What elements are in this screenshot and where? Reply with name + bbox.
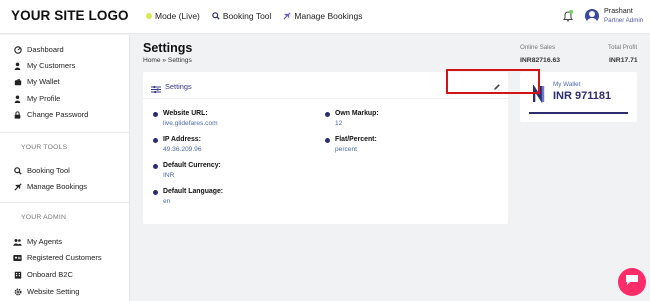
sidebar-item-my-profile[interactable]: My Profile [13,94,60,103]
highlight-box [446,69,540,94]
chat-button[interactable] [618,268,646,296]
wallet-label: My Wallet [553,81,581,88]
users-icon [13,238,22,246]
dashboard-icon [13,45,22,54]
site-logo[interactable]: YOUR SITE LOGO [11,8,129,23]
total-profit-value: INR17.71 [609,57,638,64]
field-value: percent [335,146,357,153]
field-label: Default Currency: [163,162,221,169]
top-booking-tool-label: Booking Tool [222,11,272,21]
sidebar-item-label: My Customers [27,61,76,70]
sidebar-heading-admin: YOUR ADMIN [21,214,67,221]
bullet-dot [325,138,330,143]
field-value: 49.36.209.96 [163,146,202,153]
sidebar-item-label: Website Setting [27,287,80,296]
field-label: Own Markup: [335,110,379,117]
sidebar-item-my-agents[interactable]: My Agents [13,237,62,246]
gear-icon [13,288,22,296]
wallet-amount: INR 971181 [553,90,612,102]
sidebar-item-website-setting[interactable]: Website Setting [13,287,79,296]
sidebar-item-label: Change Password [27,110,89,119]
building-icon [13,271,22,279]
sidebar-item-my-wallet[interactable]: My Wallet [13,77,60,86]
sidebar-item-label: Dashboard [27,45,64,54]
sidebar: Dashboard My Customers My Wallet My Prof… [0,35,130,301]
sidebar-item-label: Registered Customers [27,253,102,262]
settings-card: Settings Website URL: live.glidefares.co… [143,72,508,224]
online-sales-value: INR82716.63 [520,57,561,64]
top-booking-tool-link[interactable]: Booking Tool [212,11,272,21]
sidebar-item-label: Booking Tool [27,166,70,175]
sidebar-item-label: My Profile [27,94,61,103]
plane-icon [283,12,292,20]
sidebar-divider [0,132,130,133]
bullet-dot [153,164,158,169]
notification-badge [569,10,573,14]
mode-toggle[interactable]: Mode (Live) [146,11,200,21]
sidebar-item-dashboard[interactable]: Dashboard [13,45,64,54]
field-value: INR [163,172,175,179]
sidebar-item-label: My Agents [27,237,63,246]
field-value: 12 [335,120,343,127]
field-value: en [163,198,171,205]
settings-card-title: Settings [165,82,192,91]
user-name[interactable]: Prashant [604,6,633,15]
live-dot-icon [146,13,152,19]
sidebar-item-registered-customers[interactable]: Registered Customers [13,253,102,262]
lock-icon [13,110,22,119]
sidebar-heading-tools: YOUR TOOLS [21,144,68,151]
field-label: Website URL: [163,110,208,117]
plane-icon [13,182,22,191]
bullet-dot [153,190,158,195]
breadcrumb[interactable]: Home » Settings [143,57,192,64]
top-bar: YOUR SITE LOGO Mode (Live) Booking Tool … [0,0,650,34]
top-manage-bookings-link[interactable]: Manage Bookings [283,11,362,21]
bullet-dot [153,138,158,143]
total-profit-label: Total Profit [608,44,638,51]
settings-sliders-icon [151,81,161,99]
sidebar-item-my-customers[interactable]: My Customers [13,61,75,70]
sidebar-divider [0,202,130,203]
profile-icon [13,94,22,103]
bullet-dot [153,112,158,117]
sidebar-item-onboard-b2c[interactable]: Onboard B2C [13,270,73,279]
bullet-dot [325,112,330,117]
field-label: IP Address: [163,136,201,143]
online-sales-label: Online Sales [520,44,556,51]
user-role: Partner Admin [604,17,644,24]
sidebar-item-manage-bookings[interactable]: Manage Bookings [13,182,87,191]
wallet-underline [529,112,628,114]
sidebar-item-label: Onboard B2C [27,270,73,279]
page-title: Settings [143,41,193,55]
search-icon [13,166,22,175]
wallet-icon [13,78,22,86]
search-icon [212,12,220,20]
id-card-icon [13,254,22,262]
mode-label: Mode (Live) [155,11,200,21]
sidebar-item-change-password[interactable]: Change Password [13,110,88,119]
sidebar-item-label: Manage Bookings [27,182,88,191]
top-manage-bookings-label: Manage Bookings [294,11,363,21]
sidebar-item-label: My Wallet [27,77,60,86]
field-label: Default Language: [163,188,224,195]
chat-bubble-icon [625,273,639,291]
field-value: live.glidefares.com [163,120,218,127]
sidebar-item-booking-tool[interactable]: Booking Tool [13,166,70,175]
user-icon [13,62,22,70]
field-label: Flat/Percent: [335,136,377,143]
avatar[interactable] [585,9,599,23]
top-nav: Mode (Live) Booking Tool Manage Bookings [146,11,374,21]
